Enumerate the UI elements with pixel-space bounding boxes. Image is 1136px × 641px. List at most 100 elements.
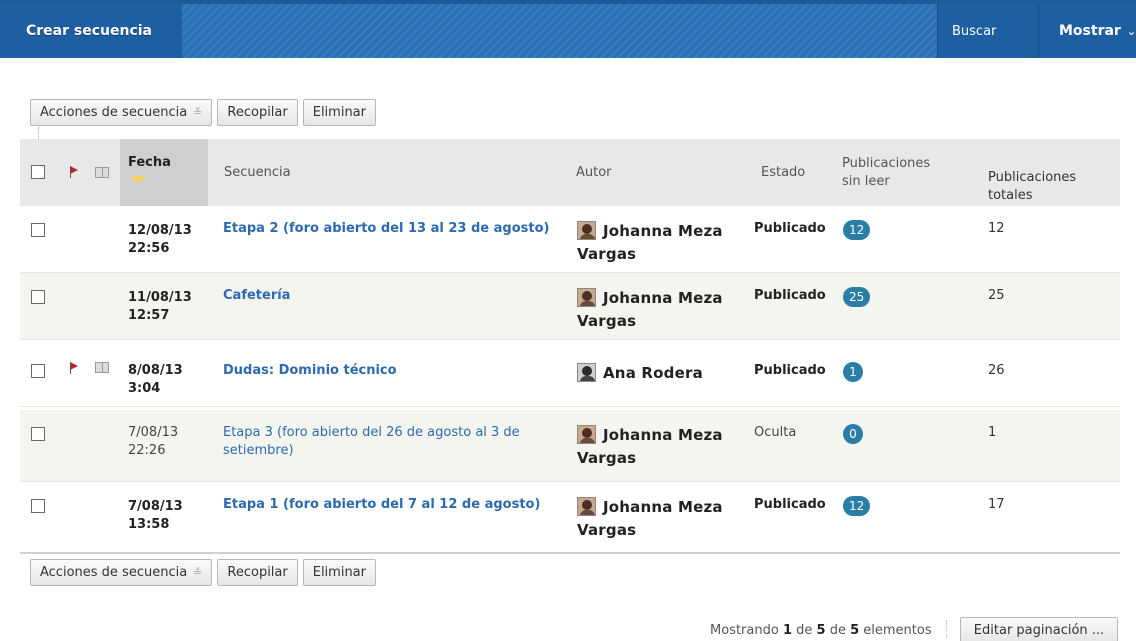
sequence-title-line2: setiembre) <box>223 443 294 458</box>
divider <box>946 620 947 638</box>
unread-count-badge[interactable]: 25 <box>843 287 871 307</box>
row-checkbox[interactable] <box>31 427 45 441</box>
author: Johanna Meza Vargas <box>577 287 752 333</box>
flag-icon[interactable] <box>70 362 80 374</box>
column-header-date[interactable]: Fecha <box>120 139 208 206</box>
double-chevron-down-icon: ≚ <box>193 106 203 119</box>
author-name-line2: Vargas <box>577 449 637 467</box>
unread-count-badge[interactable]: 0 <box>843 424 863 444</box>
time-value: 3:04 <box>128 381 161 396</box>
table-row: 8/08/13 3:04 Dudas: Dominio técnico Ana … <box>20 340 1120 407</box>
total-count: 5 <box>850 623 860 638</box>
author-name-line2: Vargas <box>577 312 637 330</box>
status-text: Publicado <box>754 497 826 512</box>
column-header-author[interactable]: Autor <box>576 139 612 206</box>
sequence-title: Cafetería <box>223 287 553 305</box>
delete-button[interactable]: Eliminar <box>302 559 376 586</box>
date-value: 12/08/13 <box>128 223 192 238</box>
sequence-title-line1: Etapa 3 (foro abierto del 26 de agosto a… <box>223 425 520 440</box>
date-header-label: Fecha <box>128 155 171 170</box>
column-header-unread[interactable]: Publicaciones sin leer <box>842 139 930 206</box>
sequence-actions-label: Acciones de secuencia <box>40 105 188 120</box>
sequence-link[interactable]: Cafetería <box>223 288 290 303</box>
table-header: Fecha Secuencia Autor Estado Publicacion… <box>20 139 1120 206</box>
select-all-checkbox[interactable] <box>31 165 45 179</box>
delete-button[interactable]: Eliminar <box>302 99 376 126</box>
avatar <box>577 221 596 240</box>
author-name: Johanna Meza <box>603 289 723 307</box>
avatar <box>577 288 596 307</box>
sequence-title: Etapa 1 (foro abierto del 7 al 12 de ago… <box>223 496 553 514</box>
sequence-title: Etapa 2 (foro abierto del 13 al 23 de ag… <box>223 220 553 238</box>
row-checkbox[interactable] <box>31 499 45 513</box>
status-text: Publicado <box>754 363 826 378</box>
time-value: 13:58 <box>128 517 170 532</box>
column-header-sequence[interactable]: Secuencia <box>224 139 291 206</box>
row-checkbox[interactable] <box>31 290 45 304</box>
post-date: 12/08/13 22:56 <box>128 222 208 258</box>
search-button[interactable]: Buscar <box>937 4 1038 58</box>
post-date: 7/08/13 22:26 <box>128 424 208 460</box>
total-header-line1: Publicaciones <box>988 169 1077 185</box>
sequence-link[interactable]: Etapa 2 (foro abierto del 13 al 23 de ag… <box>223 221 549 236</box>
author-name: Johanna Meza <box>603 426 723 444</box>
total-posts: 17 <box>988 497 1005 512</box>
unread-header-line2: sin leer <box>842 173 890 189</box>
post-date: 7/08/13 13:58 <box>128 498 208 534</box>
read-status-icon[interactable] <box>95 362 109 373</box>
table-row: 7/08/13 13:58 Etapa 1 (foro abierto del … <box>20 482 1120 552</box>
sequence-actions-dropdown[interactable]: Acciones de secuencia ≚ <box>30 99 213 126</box>
sequence-link[interactable]: Etapa 1 (foro abierto del 7 al 12 de ago… <box>223 497 540 512</box>
author-name-line2: Vargas <box>577 521 637 539</box>
sequence-link[interactable]: Dudas: Dominio técnico <box>223 363 397 378</box>
table-row: 12/08/13 22:56 Etapa 2 (foro abierto del… <box>20 206 1120 273</box>
showing-prefix: Mostrando <box>710 623 779 638</box>
sequence-actions-label: Acciones de secuencia <box>40 565 188 580</box>
total-posts: 25 <box>988 288 1005 303</box>
post-date: 8/08/13 3:04 <box>128 362 208 398</box>
sequence-actions-toolbar-bottom: Acciones de secuencia ≚ Recopilar Elimin… <box>30 559 376 587</box>
range-sep2: de <box>829 623 846 638</box>
read-status-icon <box>95 167 109 178</box>
unread-count-badge[interactable]: 12 <box>843 496 871 516</box>
table-bottom-border <box>20 552 1120 554</box>
sequence-actions-dropdown[interactable]: Acciones de secuencia ≚ <box>30 559 213 586</box>
row-checkbox[interactable] <box>31 223 45 237</box>
sequence-actions-toolbar-top: Acciones de secuencia ≚ Recopilar Elimin… <box>30 99 376 127</box>
collect-button[interactable]: Recopilar <box>217 99 298 126</box>
unread-count-badge[interactable]: 12 <box>843 220 871 240</box>
author: Johanna Meza Vargas <box>577 496 752 542</box>
show-label: Mostrar <box>1059 23 1121 39</box>
post-date: 11/08/13 12:57 <box>128 289 208 325</box>
column-header-state[interactable]: Estado <box>761 139 805 206</box>
avatar <box>577 497 596 516</box>
author-name: Ana Rodera <box>603 364 703 382</box>
page: Crear secuencia Buscar Mostrar ⌄ Accione… <box>0 0 1136 641</box>
time-value: 22:56 <box>128 241 170 256</box>
edit-pagination-button[interactable]: Editar paginación ... <box>960 617 1118 641</box>
show-menu-button[interactable]: Mostrar ⌄ <box>1038 4 1136 58</box>
author: Johanna Meza Vargas <box>577 424 752 470</box>
collect-button[interactable]: Recopilar <box>217 559 298 586</box>
date-value: 7/08/13 <box>128 499 183 514</box>
time-value: 22:26 <box>128 443 166 458</box>
avatar <box>577 425 596 444</box>
total-posts: 12 <box>988 221 1005 236</box>
pagination-info: Mostrando 1 de 5 de 5 elementos <box>710 623 932 638</box>
status-text: Publicado <box>754 221 826 236</box>
items-suffix: elementos <box>863 623 932 638</box>
table-row: 11/08/13 12:57 Cafetería Johanna Meza Va… <box>20 273 1120 340</box>
unread-count-badge[interactable]: 1 <box>843 362 863 382</box>
double-chevron-down-icon: ≚ <box>193 566 203 579</box>
author-name: Johanna Meza <box>603 498 723 516</box>
sequence-title: Etapa 3 (foro abierto del 26 de agosto a… <box>223 424 553 460</box>
author-name-line2: Vargas <box>577 245 637 263</box>
date-value: 7/08/13 <box>128 425 179 440</box>
create-sequence-button[interactable]: Crear secuencia <box>0 4 182 58</box>
status-text: Oculta <box>754 425 797 440</box>
sequence-link[interactable]: Etapa 3 (foro abierto del 26 de agosto a… <box>223 425 520 458</box>
total-posts: 26 <box>988 363 1005 378</box>
row-checkbox[interactable] <box>31 364 45 378</box>
date-value: 8/08/13 <box>128 363 183 378</box>
total-posts: 1 <box>988 425 997 440</box>
